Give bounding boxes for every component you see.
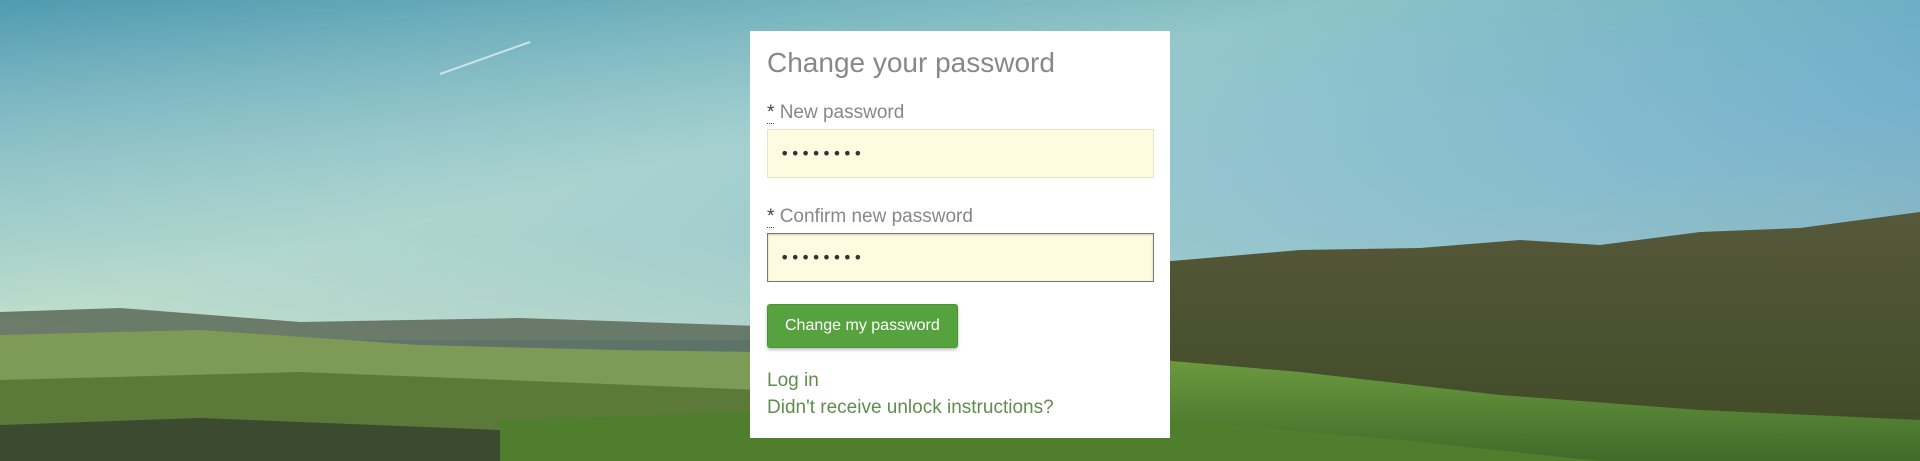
- new-password-label-text: New password: [779, 102, 905, 123]
- confirm-password-label: * Confirm new password: [767, 206, 1153, 228]
- change-password-button[interactable]: Change my password: [767, 304, 958, 348]
- auth-links: Log in Didn't receive unlock instruction…: [767, 367, 1153, 421]
- change-password-card: Change your password * New password * Co…: [750, 31, 1170, 438]
- confirm-password-label-text: Confirm new password: [779, 206, 973, 227]
- new-password-field[interactable]: [767, 129, 1154, 178]
- page-title: Change your password: [767, 47, 1055, 78]
- unlock-instructions-link[interactable]: Didn't receive unlock instructions?: [767, 394, 1153, 421]
- login-link[interactable]: Log in: [767, 367, 1153, 394]
- required-marker: *: [767, 206, 775, 228]
- confirm-password-field[interactable]: [767, 233, 1154, 282]
- required-marker: *: [767, 102, 775, 124]
- new-password-label: * New password: [767, 102, 1153, 124]
